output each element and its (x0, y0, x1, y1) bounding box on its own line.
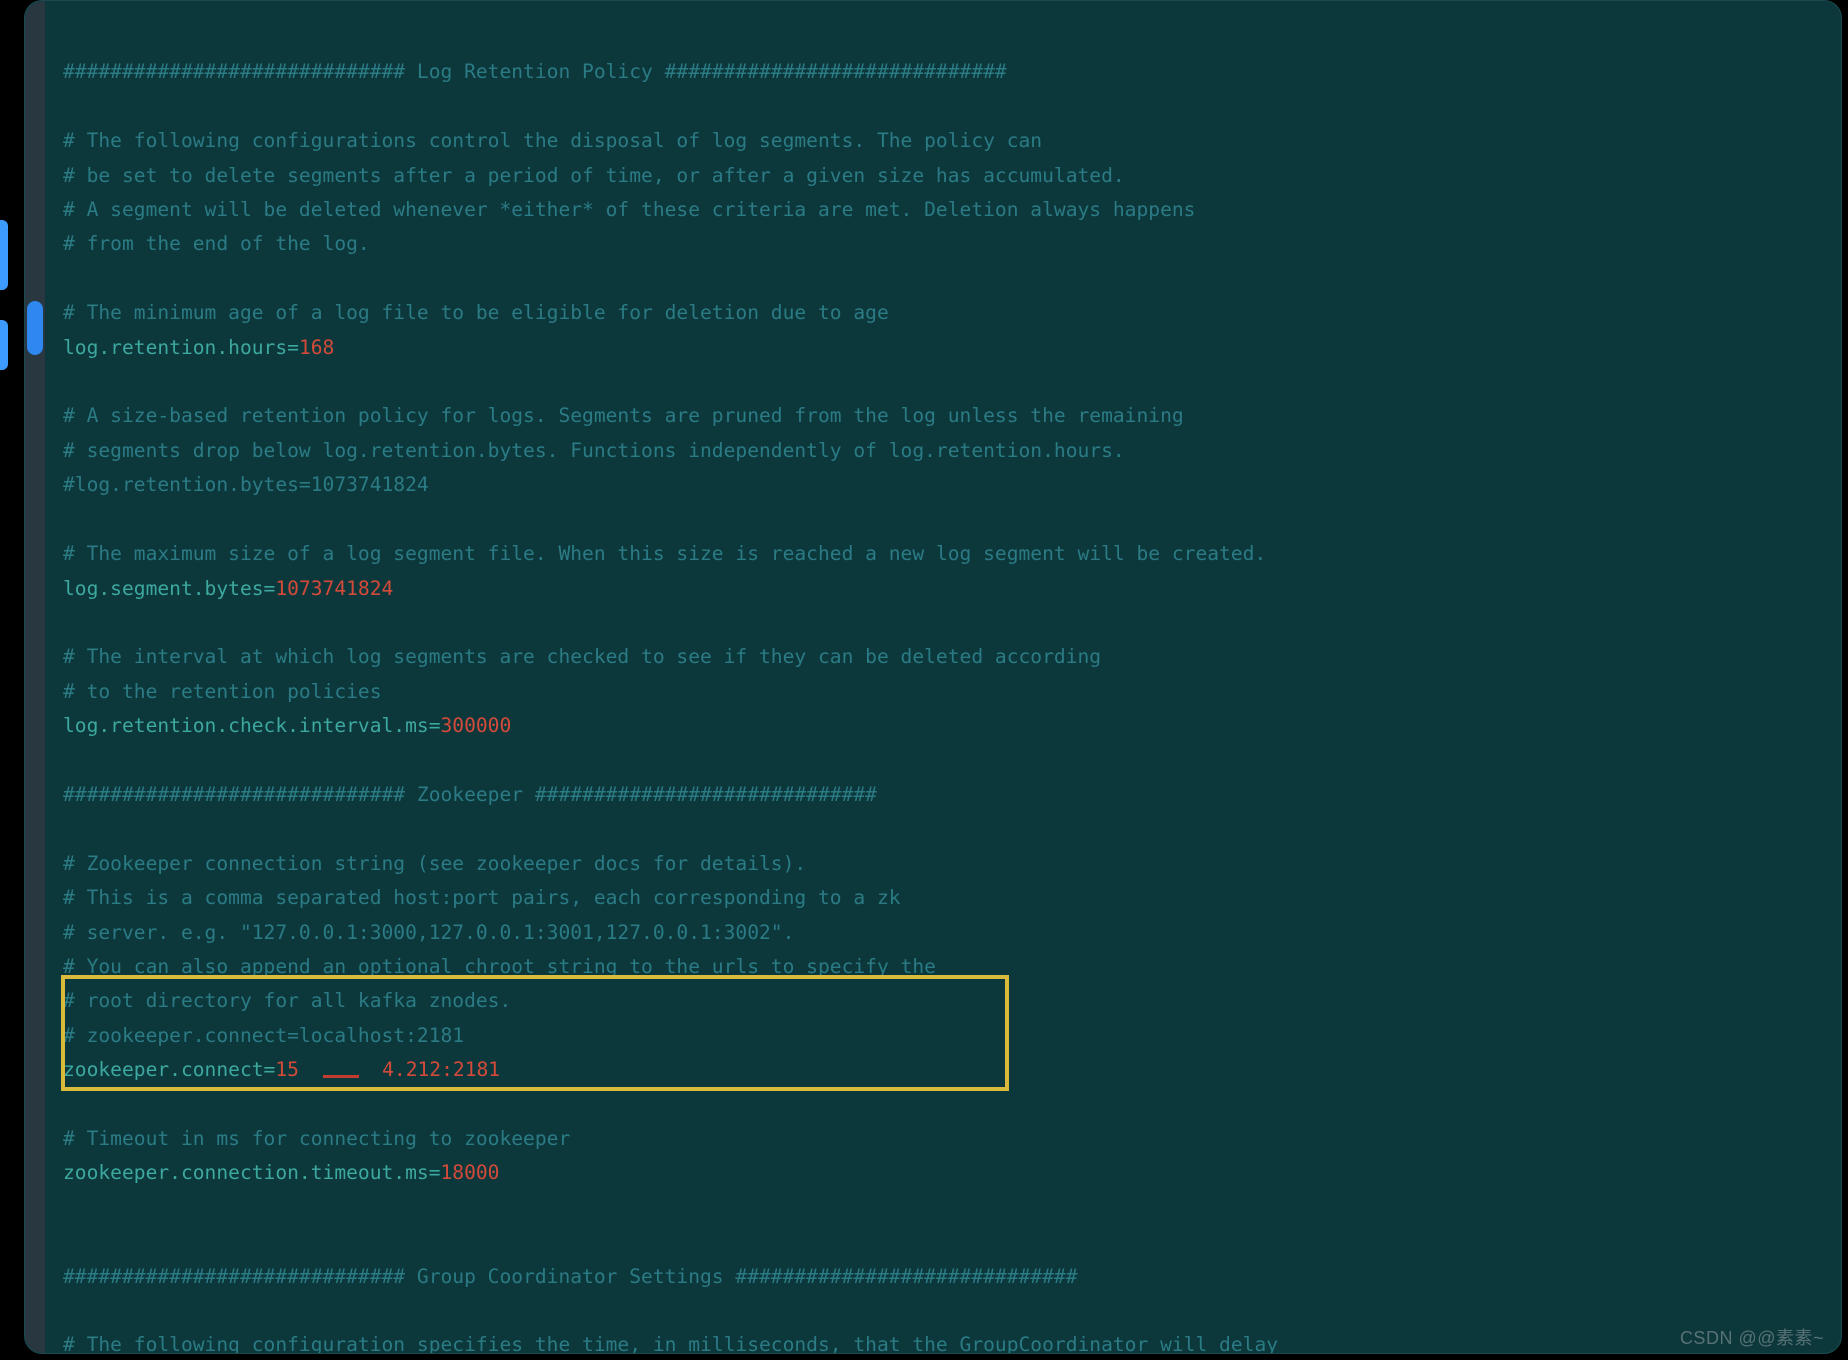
config-value: 18000 (441, 1161, 500, 1184)
config-value: 1073741824 (275, 577, 393, 600)
config-key: log.retention.check.interval.ms (63, 714, 429, 737)
code-line: # segments drop below log.retention.byte… (63, 439, 1125, 462)
config-value-partial: 15 (275, 1058, 299, 1081)
code-line: zookeeper.connect=15 4.212:2181 (63, 1058, 500, 1081)
code-line: # The minimum age of a log file to be el… (63, 301, 889, 324)
code-line: # Timeout in ms for connecting to zookee… (63, 1127, 570, 1150)
code-line: # The interval at which log segments are… (63, 645, 1101, 668)
code-line: #log.retention.bytes=1073741824 (63, 473, 429, 496)
code-line: # Zookeeper connection string (see zooke… (63, 852, 806, 875)
code-line: # This is a comma separated host:port pa… (63, 886, 901, 909)
scrollbar-thumb[interactable] (27, 301, 43, 355)
code-line: # zookeeper.connect=localhost:2181 (63, 1024, 464, 1047)
code-line: ############################# Group Coor… (63, 1265, 1078, 1288)
redacted-ip-icon (323, 1061, 359, 1078)
scrollbar-track[interactable] (25, 1, 45, 1353)
config-key: zookeeper.connection.timeout.ms (63, 1161, 429, 1184)
code-line: log.segment.bytes=1073741824 (63, 577, 393, 600)
code-line: # to the retention policies (63, 680, 382, 703)
terminal-window: ############################# Log Retent… (24, 0, 1842, 1354)
config-value-partial: 4.212:2181 (382, 1058, 500, 1081)
code-line: ############################# Log Retent… (63, 60, 1007, 83)
watermark-text: CSDN @@素素~ (1680, 1324, 1824, 1350)
code-line: # be set to delete segments after a peri… (63, 164, 1125, 187)
config-text[interactable]: ############################# Log Retent… (63, 21, 1831, 1354)
left-blue-accent-2 (0, 320, 8, 370)
config-key: zookeeper.connect (63, 1058, 264, 1081)
config-key: log.retention.hours (63, 336, 287, 359)
code-line: # root directory for all kafka znodes. (63, 989, 511, 1012)
code-line: # A segment will be deleted whenever *ei… (63, 198, 1195, 221)
left-blue-accent-1 (0, 220, 8, 290)
code-line: # The following configurations control t… (63, 129, 1042, 152)
code-line: # The maximum size of a log segment file… (63, 542, 1266, 565)
config-key: log.segment.bytes (63, 577, 264, 600)
code-line: log.retention.hours=168 (63, 336, 334, 359)
code-line: # The following configuration specifies … (63, 1333, 1290, 1354)
code-line: ############################# Zookeeper … (63, 783, 877, 806)
code-line: # A size-based retention policy for logs… (63, 404, 1184, 427)
code-line: # You can also append an optional chroot… (63, 955, 936, 978)
code-line: # server. e.g. "127.0.0.1:3000,127.0.0.1… (63, 921, 794, 944)
config-value: 300000 (441, 714, 512, 737)
code-line: # from the end of the log. (63, 232, 370, 255)
config-value: 168 (299, 336, 334, 359)
code-line: zookeeper.connection.timeout.ms=18000 (63, 1161, 499, 1184)
code-line: log.retention.check.interval.ms=300000 (63, 714, 511, 737)
